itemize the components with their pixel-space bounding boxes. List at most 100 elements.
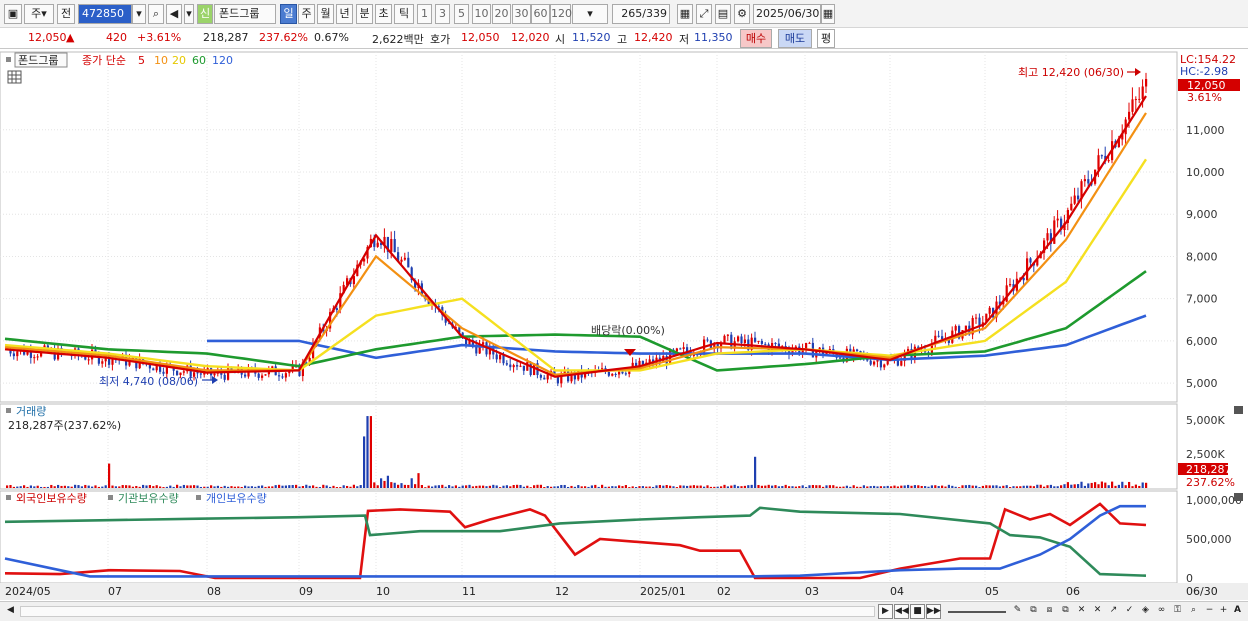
volume-bar: [57, 484, 60, 488]
volume-bar: [842, 486, 845, 488]
candle-body: [614, 373, 617, 375]
tool-trend-icon[interactable]: ↗: [1106, 604, 1121, 619]
tool-cross-icon[interactable]: ✕: [1074, 604, 1089, 619]
custom-interval-select[interactable]: ▾: [572, 4, 608, 24]
market-select[interactable]: 주▾: [24, 4, 54, 24]
eval-button[interactable]: 평: [817, 29, 835, 48]
settings-icon[interactable]: ⚙: [734, 4, 750, 24]
period-second[interactable]: 초: [375, 4, 392, 24]
tool-x-icon[interactable]: ✕: [1090, 604, 1105, 619]
volume-bar: [308, 485, 311, 488]
holdings-close-icon[interactable]: [1234, 493, 1243, 501]
volume-bar: [1060, 485, 1063, 488]
stock-code-input[interactable]: 472850: [78, 4, 132, 24]
period-tick[interactable]: 틱: [394, 4, 414, 24]
interval-3[interactable]: 3: [435, 4, 450, 24]
interval-1[interactable]: 1: [417, 4, 432, 24]
speaker-icon[interactable]: ◀: [166, 4, 182, 24]
candle-body: [679, 348, 682, 350]
candle-body: [1070, 203, 1073, 210]
date-input[interactable]: 2025/06/30: [753, 4, 821, 24]
legend-ma120: 120: [212, 54, 233, 67]
volume-bar: [645, 486, 648, 488]
volume-bar: [434, 485, 437, 488]
interval-60[interactable]: 60: [531, 4, 550, 24]
volume-bar: [312, 485, 315, 488]
count-field[interactable]: 265/339: [612, 4, 670, 24]
candle-body: [1100, 155, 1103, 157]
candle-body: [839, 357, 842, 359]
last-volume-pct: 237.62%: [1186, 476, 1235, 489]
volume-bar: [1039, 484, 1042, 488]
volume-bar: [407, 484, 410, 488]
stock-name[interactable]: 폰드그룹: [214, 4, 276, 24]
tool-copy-icon[interactable]: ⧉: [1026, 604, 1041, 619]
grid-icon[interactable]: ▦: [677, 4, 693, 24]
toolbar: ▣ 주▾ 전 472850 ▾ ⌕ ◀ ▾ 신 폰드그룹 일 주 월 년 분 초…: [0, 0, 1248, 28]
volume-bar: [196, 485, 199, 488]
price-y-tick: 10,000: [1186, 166, 1225, 179]
font-size-icon[interactable]: A: [1230, 604, 1245, 619]
forward-icon[interactable]: ▶▶: [926, 604, 941, 619]
volume-bar: [108, 463, 111, 488]
period-day[interactable]: 일: [280, 4, 297, 24]
interval-5[interactable]: 5: [454, 4, 469, 24]
search-icon[interactable]: ⌕: [148, 4, 164, 24]
zoom-out-icon[interactable]: −: [1202, 604, 1217, 619]
tool-draw-icon[interactable]: ✎: [1010, 604, 1025, 619]
rewind-icon[interactable]: ◀◀: [894, 604, 909, 619]
layout-icon[interactable]: ▣: [4, 4, 22, 24]
zoom-in-icon[interactable]: +: [1216, 604, 1231, 619]
candle-body: [941, 336, 944, 340]
tool-layers-icon[interactable]: ⧉: [1058, 604, 1073, 619]
zoom-icon[interactable]: ⤢: [696, 4, 712, 24]
interval-30[interactable]: 30: [512, 4, 531, 24]
volume-bar: [128, 485, 131, 488]
speaker-dropdown-icon[interactable]: ▾: [184, 4, 194, 24]
tool-check-icon[interactable]: ✓: [1122, 604, 1137, 619]
zoom-slider[interactable]: [948, 611, 1006, 613]
stop-icon[interactable]: ■: [910, 604, 925, 619]
prev-button[interactable]: 전: [57, 4, 75, 24]
interval-20[interactable]: 20: [492, 4, 511, 24]
volume-bar: [318, 487, 321, 488]
candle-body: [87, 359, 90, 361]
scroll-track[interactable]: [20, 606, 875, 617]
calendar-icon[interactable]: ▦: [821, 4, 835, 24]
stock-chart[interactable]: 11,000 10,000 9,000 8,000 7,000 6,000 5,000 5,0…: [0, 50, 1248, 601]
zoom-search-icon[interactable]: ⌕: [1186, 604, 1201, 619]
volume-bar: [682, 485, 685, 488]
code-dropdown-icon[interactable]: ▾: [132, 4, 146, 24]
volume-bar: [641, 486, 644, 488]
period-year[interactable]: 년: [336, 4, 353, 24]
volume-bar: [40, 486, 43, 488]
save-icon[interactable]: ▤: [715, 4, 731, 24]
candle-body: [1046, 233, 1049, 241]
tool-link-icon[interactable]: ∞: [1154, 604, 1169, 619]
tool-window-icon[interactable]: ⧈: [1042, 604, 1057, 619]
period-week[interactable]: 주: [298, 4, 315, 24]
tool-lock-icon[interactable]: ⚿: [1170, 604, 1185, 619]
candle-body: [883, 364, 886, 368]
tool-paint-icon[interactable]: ◈: [1138, 604, 1153, 619]
table-icon[interactable]: [7, 70, 22, 84]
volume-bar: [1145, 482, 1148, 488]
volume-close-icon[interactable]: [1234, 406, 1243, 414]
sell-button[interactable]: 매도: [778, 29, 812, 48]
buy-button[interactable]: 매수: [740, 29, 772, 48]
scroll-left-icon[interactable]: ◀: [3, 604, 18, 619]
interval-120[interactable]: 120: [550, 4, 572, 24]
volume-bar: [373, 482, 376, 488]
volume-bar: [913, 485, 916, 488]
candle-body: [223, 374, 226, 380]
period-minute[interactable]: 분: [356, 4, 373, 24]
volume-bar: [261, 485, 264, 488]
candle-body: [278, 375, 281, 377]
volume-bar: [342, 485, 345, 488]
interval-10[interactable]: 10: [472, 4, 491, 24]
chart-area[interactable]: 11,000 10,000 9,000 8,000 7,000 6,000 5,000 5,0…: [0, 50, 1248, 601]
period-month[interactable]: 월: [317, 4, 334, 24]
scroll-right-icon[interactable]: ▶: [878, 604, 893, 619]
volume-bar: [74, 484, 77, 488]
volume-bar: [607, 486, 610, 488]
